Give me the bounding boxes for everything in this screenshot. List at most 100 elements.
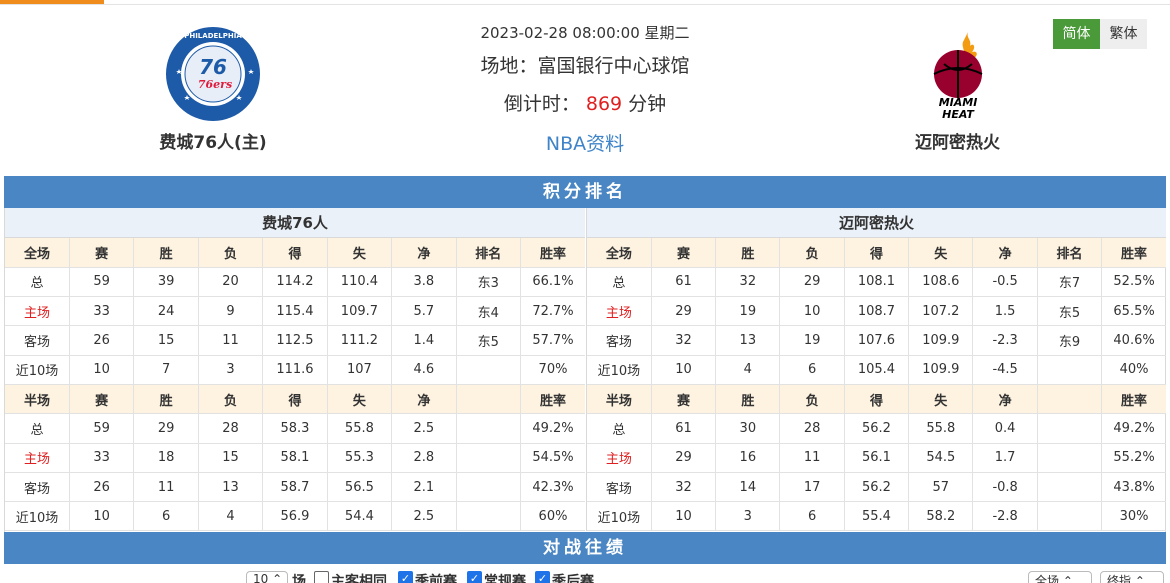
- h2h-controls: 10 ⌃ 场 主客相同 ✓ 季前赛 ✓ 常规赛 ✓ 季后赛 全场 ⌃ 终指 ⌃: [0, 566, 1170, 583]
- table-cell: 107.6: [844, 325, 910, 356]
- table-cell: 58.2: [908, 501, 974, 532]
- table-cell: -0.5: [972, 267, 1038, 298]
- home-standings-title: 费城76人: [5, 208, 585, 238]
- row-label: 客场: [5, 325, 70, 356]
- table-cell: 10: [69, 355, 135, 385]
- table-cell: [1037, 443, 1103, 473]
- table-cell: 24: [133, 296, 199, 327]
- svg-text:76: 76: [199, 55, 227, 79]
- same-home-away-checkbox[interactable]: [314, 571, 329, 583]
- home-team-name[interactable]: 费城76人(主): [128, 128, 298, 153]
- table-cell: -2.8: [972, 501, 1038, 532]
- preseason-checkbox[interactable]: ✓: [398, 571, 413, 583]
- table-cell: 65.5%: [1101, 296, 1166, 327]
- table-cell: 112.5: [262, 325, 328, 356]
- table-cell: 32: [651, 325, 717, 356]
- match-datetime: 2023-02-28 08:00:00 星期二: [480, 24, 690, 42]
- full-header-row: 全场赛胜负得失净排名 胜率: [587, 238, 1166, 268]
- table-row: 总 59 39 20 114.2 110.4 3.8 东3 66.1%: [5, 267, 585, 298]
- table-row: 客场 32 14 17 56.2 57 -0.8 43.8%: [587, 472, 1166, 503]
- table-cell: 11: [133, 472, 199, 503]
- away-team[interactable]: MIAMI HEAT 迈阿密热火: [875, 24, 1040, 153]
- away-standings-title: 迈阿密热火: [587, 208, 1166, 238]
- table-cell: 29: [779, 267, 845, 298]
- table-cell: 11: [779, 443, 845, 473]
- table-cell: 东7: [1037, 267, 1103, 298]
- table-cell: 60%: [520, 501, 585, 532]
- table-cell: [1037, 501, 1103, 532]
- table-cell: 1.5: [972, 296, 1038, 327]
- table-cell: 108.6: [908, 267, 974, 298]
- table-row: 客场 26 11 13 58.7 56.5 2.1 42.3%: [5, 472, 585, 503]
- regular-season-label: 常规赛: [484, 574, 526, 583]
- table-cell: 20: [198, 267, 264, 298]
- table-cell: 66.1%: [520, 267, 585, 298]
- scope-select[interactable]: 全场 ⌃: [1028, 571, 1092, 583]
- table-cell: [456, 355, 522, 385]
- table-row: 总 61 30 28 56.2 55.8 0.4 49.2%: [587, 413, 1166, 444]
- table-row: 近10场 10 7 3 111.6 107 4.6 70%: [5, 355, 585, 385]
- table-cell: 56.5: [327, 472, 393, 503]
- column-header: 负: [198, 238, 264, 268]
- table-cell: 111.6: [262, 355, 328, 385]
- table-cell: 5.7: [391, 296, 457, 327]
- table-cell: 109.7: [327, 296, 393, 327]
- check-icon: ✓: [537, 572, 548, 583]
- preseason-label: 季前赛: [415, 574, 457, 583]
- lang-simplified-button[interactable]: 简体: [1053, 19, 1100, 49]
- table-cell: 56.1: [844, 443, 910, 473]
- table-row: 近10场 10 6 4 56.9 54.4 2.5 60%: [5, 501, 585, 532]
- table-row: 近10场 10 4 6 105.4 109.9 -4.5 40%: [587, 355, 1166, 385]
- table-cell: 28: [198, 413, 264, 444]
- column-header: 负: [198, 384, 264, 415]
- language-switch: 简体 繁体: [1053, 19, 1147, 49]
- table-cell: 54.4: [327, 501, 393, 532]
- home-standings-table: 全场赛胜负得失净排名 胜率总 59 39 20 114.2 110.4 3.8 东3 66.1% 主…: [5, 238, 585, 532]
- table-cell: 29: [651, 296, 717, 327]
- row-label: 近10场: [587, 501, 652, 532]
- table-cell: 0.4: [972, 413, 1038, 444]
- h2h-title: 对战往绩: [4, 532, 1166, 564]
- column-header: 全场: [587, 238, 652, 268]
- countdown-value: 869: [585, 93, 623, 115]
- table-cell: 3: [198, 355, 264, 385]
- table-cell: 19: [779, 325, 845, 356]
- table-cell: 59: [69, 267, 135, 298]
- home-team[interactable]: PHILADELPHIA 76 76ers 费城76人(主): [128, 24, 298, 153]
- nba-info-link[interactable]: NBA资料: [435, 122, 735, 162]
- table-cell: 7: [133, 355, 199, 385]
- home-logo-ring-text: PHILADELPHIA: [184, 32, 242, 40]
- column-header: 失: [908, 238, 974, 268]
- postseason-checkbox[interactable]: ✓: [535, 571, 550, 583]
- regular-season-checkbox[interactable]: ✓: [467, 571, 482, 583]
- row-label: 主场: [587, 443, 652, 473]
- table-cell: 14: [715, 472, 781, 503]
- table-cell: 13: [715, 325, 781, 356]
- table-cell: 16: [715, 443, 781, 473]
- table-row: 客场 32 13 19 107.6 109.9 -2.3 东9 40.6%: [587, 325, 1166, 356]
- match-count-select[interactable]: 10 ⌃: [246, 571, 288, 583]
- table-cell: 58.7: [262, 472, 328, 503]
- table-cell: 57: [908, 472, 974, 503]
- table-cell: 10: [69, 501, 135, 532]
- chevron-up-down-icon: ⌃: [1062, 574, 1073, 583]
- home-standings: 费城76人 全场赛胜负得失净排名 胜率总 59 39 20 114.2 110.4 3.8 东3…: [5, 208, 585, 532]
- table-row: 主场 33 24 9 115.4 109.7 5.7 东4 72.7%: [5, 296, 585, 327]
- table-cell: 东9: [1037, 325, 1103, 356]
- table-cell: 105.4: [844, 355, 910, 385]
- table-row: 主场 29 16 11 56.1 54.5 1.7 55.2%: [587, 443, 1166, 473]
- row-label: 近10场: [5, 501, 70, 532]
- away-team-name[interactable]: 迈阿密热火: [875, 128, 1040, 153]
- handicap-select[interactable]: 终指 ⌃: [1100, 571, 1164, 583]
- home-logo-wordmark: 76ers: [198, 78, 232, 91]
- table-cell: 56.2: [844, 413, 910, 444]
- table-cell: 32: [651, 472, 717, 503]
- table-cell: 9: [198, 296, 264, 327]
- lang-traditional-button[interactable]: 繁体: [1100, 19, 1147, 49]
- column-header: 胜: [133, 384, 199, 415]
- table-cell: 61: [651, 267, 717, 298]
- column-header: 胜: [715, 238, 781, 268]
- match-venue: 场地：富国银行中心球馆: [480, 55, 690, 77]
- column-header: 胜率: [520, 238, 585, 268]
- half-header-row: 半场赛胜负得失净 胜率: [5, 384, 585, 415]
